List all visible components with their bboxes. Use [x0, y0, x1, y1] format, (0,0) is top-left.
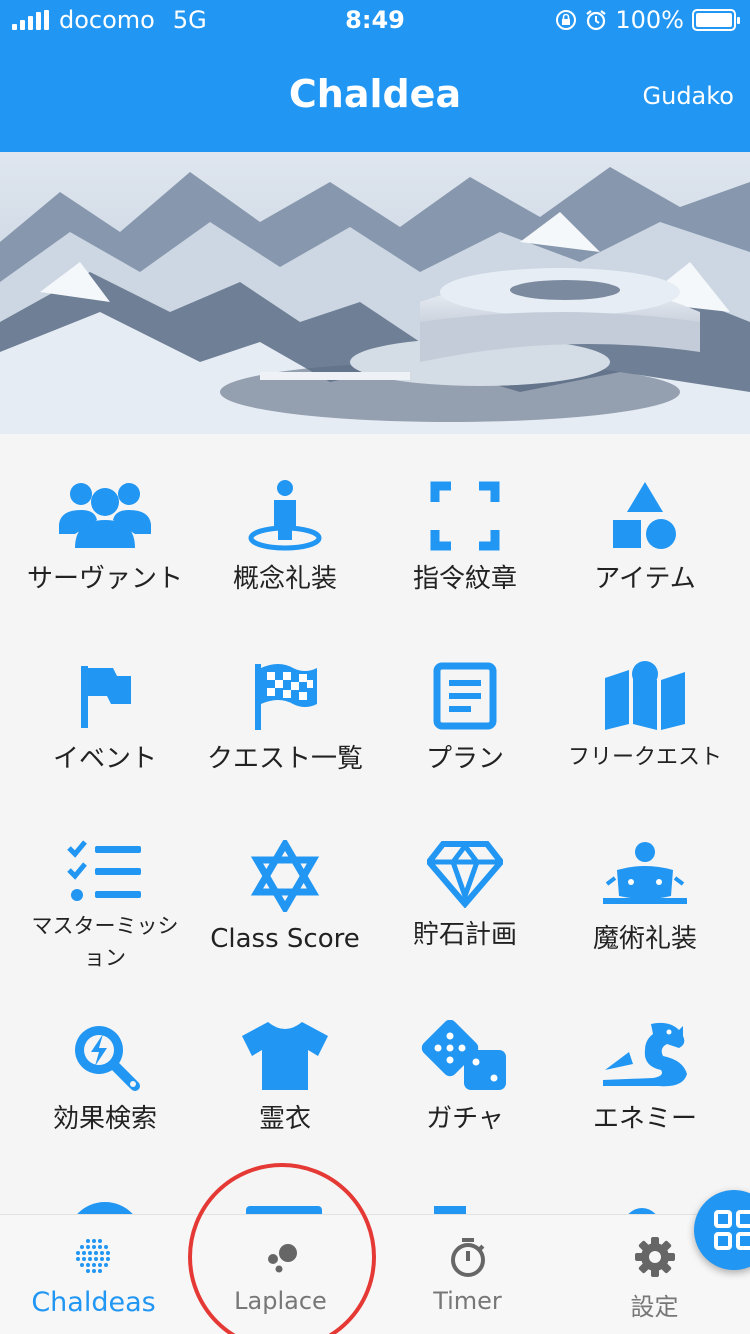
free-quest-map-icon — [605, 661, 685, 730]
grid-item-servant[interactable]: サーヴァント — [15, 480, 195, 630]
saint-quartz-diamond-icon — [427, 841, 503, 908]
rotation-lock-icon — [556, 10, 577, 30]
grid-apps-icon — [714, 1210, 750, 1250]
grid-item-label: アイテム — [594, 564, 696, 594]
grid-item-costume[interactable]: 霊衣 — [195, 1020, 375, 1170]
servant-people-icon — [59, 483, 151, 548]
grid-item-label: 指令紋章 — [412, 564, 517, 594]
status-bar: docomo 5G 8:49 100% — [0, 0, 750, 40]
grid-item-label: Class Score — [210, 924, 360, 954]
grid-item-label: プラン — [425, 744, 504, 774]
chaldea-mountain-facility-image — [0, 152, 750, 434]
grid-item-label: イベント — [52, 744, 157, 774]
timer-stopwatch-icon — [450, 1238, 485, 1277]
mystic-code-icon — [603, 842, 687, 904]
grid-item-label: マスターミッション — [31, 914, 179, 970]
chaldeas-globe-icon — [75, 1239, 110, 1273]
grid-item-craft-essence[interactable]: 概念礼装 — [195, 480, 375, 630]
costume-shirt-icon — [242, 1022, 328, 1090]
grid-item-label: エネミー — [592, 1104, 697, 1134]
nav-item-laplace[interactable]: Laplace — [187, 1215, 374, 1334]
nav-label: Laplace — [234, 1287, 327, 1315]
grid-item-plan[interactable]: プラン — [375, 660, 555, 810]
grid-item-item[interactable]: アイテム — [555, 480, 735, 630]
laplace-bubbles-icon — [267, 1244, 297, 1273]
grid-item-effect-search[interactable]: 効果検索 — [15, 1020, 195, 1170]
bottom-navigation: Chaldeas Laplace Timer 設定 — [0, 1214, 750, 1334]
grid-item-label: 概念礼装 — [232, 564, 337, 594]
quest-checkered-flag-icon — [255, 664, 317, 730]
grid-item-saint-quartz-plan[interactable]: 貯石計画 — [375, 840, 555, 990]
enemy-dragon-icon — [603, 1022, 687, 1087]
grid-item-class-score[interactable]: Class Score — [195, 840, 375, 990]
craft-essence-person-icon — [248, 480, 322, 551]
grid-item-label: 貯石計画 — [412, 920, 517, 950]
class-score-star-icon — [250, 840, 320, 912]
grid-item-label: フリークエスト — [567, 745, 722, 770]
item-shapes-icon — [613, 482, 676, 549]
grid-item-label: クエスト一覧 — [206, 744, 363, 774]
nav-item-chaldeas[interactable]: Chaldeas — [0, 1215, 187, 1334]
nav-label: Chaldeas — [31, 1287, 156, 1318]
plan-document-icon — [433, 662, 497, 730]
grid-item-event[interactable]: イベント — [15, 660, 195, 810]
grid-item-label: 魔術礼装 — [592, 924, 697, 954]
app-bar: Chaldea Gudako — [0, 40, 750, 152]
account-name[interactable]: Gudako — [643, 82, 734, 110]
app-title: Chaldea — [288, 72, 462, 116]
nav-item-timer[interactable]: Timer — [374, 1215, 561, 1334]
command-code-frame-icon — [430, 481, 500, 551]
grid-item-mystic-code[interactable]: 魔術礼装 — [555, 840, 735, 990]
battery-percent: 100% — [615, 6, 684, 34]
gacha-dice-icon — [421, 1020, 506, 1090]
grid-item-label: 効果検索 — [52, 1104, 157, 1134]
grid-item-quest-list[interactable]: クエスト一覧 — [195, 660, 375, 810]
grid-item-enemy[interactable]: エネミー — [555, 1020, 735, 1170]
chaldea-banner-image — [0, 152, 750, 434]
grid-item-master-mission[interactable]: マスターミッション — [15, 840, 195, 990]
alarm-icon — [586, 10, 607, 31]
grid-item-command-code[interactable]: 指令紋章 — [375, 480, 555, 630]
settings-gear-icon — [634, 1237, 675, 1277]
grid-item-label: 霊衣 — [258, 1104, 311, 1134]
grid-item-label: ガチャ — [426, 1104, 504, 1134]
grid-item-free-quest[interactable]: フリークエスト — [555, 660, 735, 810]
grid-item-label: サーヴァント — [26, 564, 183, 594]
grid-item-gacha[interactable]: ガチャ — [375, 1020, 555, 1170]
effect-search-icon — [75, 1026, 140, 1091]
event-flag-icon — [81, 666, 131, 728]
nav-label: Timer — [433, 1287, 502, 1315]
master-mission-checklist-icon — [67, 840, 141, 901]
battery-icon — [692, 9, 740, 31]
status-right: 100% — [555, 6, 740, 34]
nav-label: 設定 — [630, 1293, 679, 1321]
